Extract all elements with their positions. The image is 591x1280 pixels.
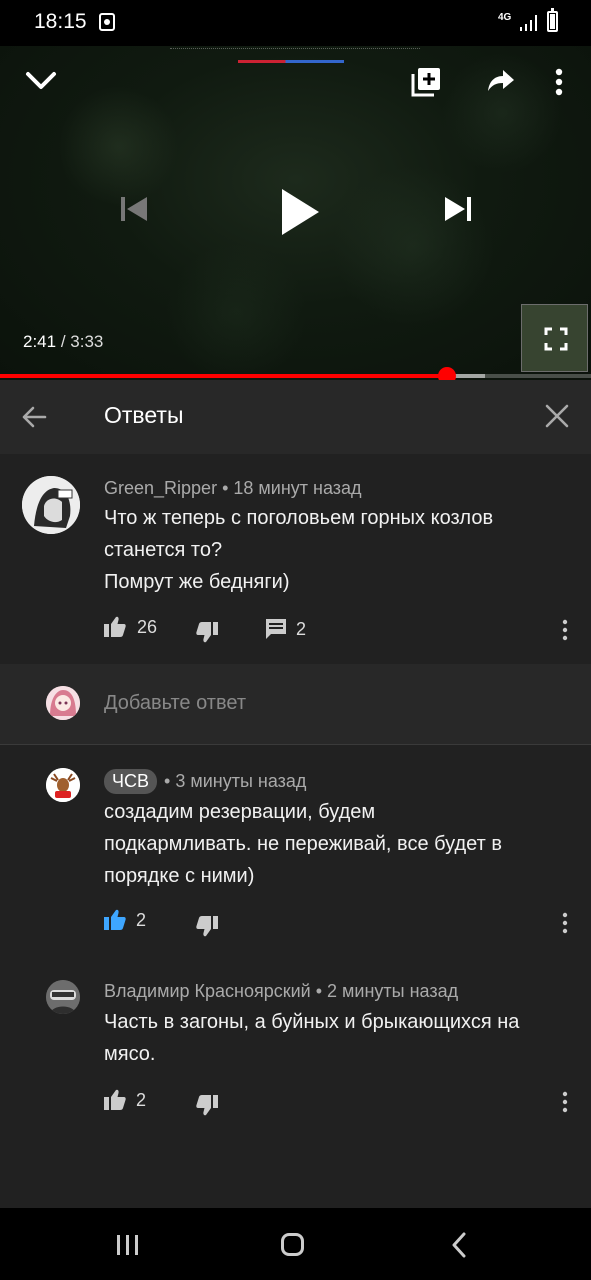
comment-text-line: создадим резервации, будем (104, 801, 376, 823)
comment-text-line: Часть в загоны, а буйных и брыкающихся н… (104, 1011, 520, 1033)
thumbs-up-icon (104, 1089, 126, 1110)
collapse-chevron-icon[interactable] (24, 68, 58, 92)
comment-menu-icon[interactable] (562, 1091, 568, 1118)
thumbs-up-icon (104, 616, 126, 637)
status-time: 18:15 (34, 10, 87, 33)
time-separator: / (56, 332, 71, 351)
comment-meta: Green_Ripper • 18 минут назад (104, 478, 362, 499)
progress-bar[interactable] (0, 367, 591, 380)
comment-time: 3 минуты назад (175, 771, 307, 791)
thumbs-down-icon (196, 1095, 218, 1116)
replies-count: 2 (296, 618, 307, 639)
video-player[interactable]: 2:41 / 3:33 (0, 46, 591, 380)
game-hud-bar (238, 60, 344, 63)
close-icon[interactable] (544, 403, 570, 434)
previous-track-icon[interactable] (118, 194, 150, 224)
comment-author[interactable]: Green_Ripper (104, 478, 217, 498)
comment-author[interactable]: Владимир Красноярский (104, 981, 311, 1001)
like-button[interactable]: 2 (103, 1088, 146, 1112)
duration: 3:33 (70, 332, 104, 351)
author-badge[interactable]: ЧСВ (104, 769, 158, 794)
comment-time: 2 минуты назад (327, 981, 459, 1001)
meta-separator: • (217, 478, 234, 498)
comment-time: 18 минут назад (233, 478, 362, 498)
reply-comment: ЧСВ • 3 минуты назад создадим резервации… (0, 746, 591, 956)
dislike-button[interactable] (195, 620, 219, 644)
home-icon[interactable] (281, 1233, 304, 1256)
more-vertical-icon[interactable] (555, 68, 563, 96)
add-reply-input[interactable]: Добавьте ответ (104, 692, 246, 715)
comment-text-line: станется то? (104, 539, 223, 561)
comment-text-line: Что ж теперь с поголовьем горных козлов (104, 507, 494, 529)
comment-text-line: Помрут же бедняги) (104, 571, 290, 593)
comment-text-line: мясо. (104, 1043, 156, 1065)
thumbs-down-icon (196, 622, 218, 643)
avatar[interactable] (46, 768, 80, 802)
replies-title: Ответы (104, 402, 184, 428)
video-time-display: 2:41 / 3:33 (23, 332, 103, 352)
like-button[interactable]: 2 (103, 908, 146, 932)
meta-separator: • (159, 771, 176, 791)
avatar (46, 686, 80, 720)
system-nav-bar (0, 1208, 591, 1280)
comment-menu-icon[interactable] (562, 912, 568, 939)
comment-text-line: порядке с ними) (104, 865, 255, 887)
recent-apps-icon[interactable] (116, 1234, 140, 1261)
comment-icon (266, 619, 286, 639)
game-hud-top (170, 48, 420, 52)
next-track-icon[interactable] (442, 194, 474, 224)
status-bar: 18:15 4G (0, 0, 591, 46)
like-count: 2 (136, 909, 147, 930)
meta-separator: • (310, 981, 328, 1001)
comment-meta: ЧСВ • 3 минуты назад (104, 769, 306, 794)
dislike-button[interactable] (195, 914, 219, 938)
comment-text: создадим резервации, будем подкармливать… (104, 796, 502, 892)
thumbs-up-filled-icon (104, 909, 126, 930)
like-count: 2 (136, 1089, 147, 1110)
comment-text: Что ж теперь с поголовьем горных козлов … (104, 502, 493, 598)
comment-menu-icon[interactable] (562, 619, 568, 646)
thumbs-down-icon (196, 916, 218, 937)
battery-icon (547, 8, 558, 32)
parent-comment: Green_Ripper • 18 минут назад Что ж тепе… (0, 454, 591, 664)
play-icon[interactable] (278, 186, 322, 238)
comment-text-line: подкармливать. не переживай, все будет в (104, 833, 502, 855)
like-count: 26 (137, 616, 158, 637)
back-arrow-icon[interactable] (20, 403, 48, 436)
progress-played (0, 374, 448, 378)
current-time: 2:41 (23, 332, 57, 351)
share-icon[interactable] (486, 68, 516, 94)
reply-comment: Владимир Красноярский • 2 минуты назад Ч… (0, 956, 591, 1156)
signal-icon (519, 14, 539, 37)
replies-header: Ответы (0, 380, 591, 454)
system-back-icon[interactable] (450, 1232, 468, 1263)
dislike-button[interactable] (195, 1093, 219, 1117)
screen-record-icon (99, 13, 115, 31)
add-to-playlist-icon[interactable] (410, 66, 442, 98)
fullscreen-icon[interactable] (544, 327, 568, 351)
add-reply-box[interactable]: Добавьте ответ (0, 664, 591, 745)
avatar[interactable] (22, 476, 80, 534)
avatar[interactable] (46, 980, 80, 1014)
network-type-label: 4G (498, 12, 512, 23)
like-button[interactable]: 26 (103, 615, 157, 639)
comment-text: Часть в загоны, а буйных и брыкающихся н… (104, 1006, 519, 1070)
replies-count-button[interactable]: 2 (265, 618, 306, 640)
comment-meta: Владимир Красноярский • 2 минуты назад (104, 981, 458, 1002)
